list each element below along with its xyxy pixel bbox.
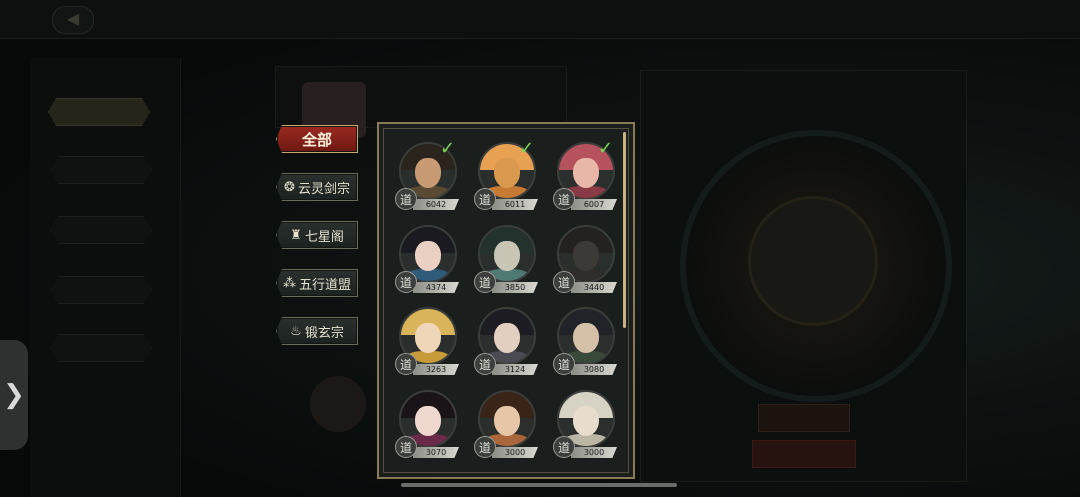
power-value: 3000 [492, 447, 538, 458]
power-value: 6007 [571, 199, 617, 210]
forge-sect-icon: ♨ [290, 323, 302, 339]
character-card[interactable]: 3080 道 [535, 307, 617, 381]
power-value: 3124 [492, 364, 538, 375]
character-card[interactable]: 3263 道 [379, 307, 459, 381]
dao-rank-badge-icon: 道 [474, 271, 496, 293]
chevron-right-icon: ❯ [3, 380, 25, 410]
filter-tab[interactable]: ♜ 七星阁 [276, 221, 358, 249]
dao-rank-badge-icon: 道 [474, 188, 496, 210]
power-value: 3850 [492, 282, 538, 293]
game-screen: ◀ ❯ 全部 ❂ 云灵剑宗 ♜ 七星阁 ⁂ 五行道盟 ♨ 锻玄宗 6042 道 ✓ 6011 道 ✓ 600… [0, 0, 1080, 497]
power-value: 3080 [571, 364, 617, 375]
dao-rank-badge-icon: 道 [474, 353, 496, 375]
power-value: 3070 [413, 447, 459, 458]
dao-rank-badge-icon: 道 [395, 271, 417, 293]
power-value: 3263 [413, 364, 459, 375]
dao-rank-badge-icon: 道 [474, 436, 496, 458]
filter-tab-label: 五行道盟 [298, 277, 351, 293]
filter-tab[interactable]: 全部 [276, 125, 358, 153]
character-card[interactable]: 4374 道 [379, 225, 459, 299]
selected-check-icon: ✓ [598, 138, 614, 159]
filter-tab-label: 全部 [301, 130, 332, 149]
seven-star-pavilion-icon: ♜ [290, 227, 302, 243]
character-card[interactable]: 3000 道 [456, 390, 538, 464]
dao-rank-badge-icon: 道 [553, 271, 575, 293]
dao-rank-badge-icon: 道 [395, 188, 417, 210]
character-card[interactable]: 3124 道 [456, 307, 538, 381]
character-card[interactable]: 3070 道 [379, 390, 459, 464]
power-value: 6011 [492, 199, 538, 210]
filter-tab-label: 云灵剑宗 [297, 181, 350, 197]
dao-rank-badge-icon: 道 [395, 436, 417, 458]
selected-check-icon: ✓ [519, 138, 535, 159]
power-value: 4374 [413, 282, 459, 293]
filter-tab[interactable]: ❂ 云灵剑宗 [276, 173, 358, 201]
character-card[interactable]: 3440 道 [535, 225, 617, 299]
five-elements-alliance-icon: ⁂ [282, 275, 296, 291]
dao-rank-badge-icon: 道 [553, 188, 575, 210]
power-value: 6042 [413, 199, 459, 210]
horizontal-scroll-indicator [401, 483, 677, 487]
dao-rank-badge-icon: 道 [553, 436, 575, 458]
dao-rank-badge-icon: 道 [395, 353, 417, 375]
side-expand-handle[interactable]: ❯ [0, 340, 28, 450]
character-card[interactable]: 6007 道 ✓ [535, 138, 617, 216]
grid-scrollbar[interactable] [623, 132, 626, 328]
character-card[interactable]: 3850 道 [456, 225, 538, 299]
filter-tab[interactable]: ⁂ 五行道盟 [276, 269, 358, 297]
power-value: 3440 [571, 282, 617, 293]
filter-tab-label: 锻玄宗 [304, 325, 344, 341]
dao-rank-badge-icon: 道 [553, 353, 575, 375]
power-value: 3000 [571, 447, 617, 458]
filter-tab[interactable]: ♨ 锻玄宗 [276, 317, 358, 345]
character-card[interactable]: 3000 道 [535, 390, 617, 464]
cloud-sword-sect-icon: ❂ [284, 179, 295, 195]
filter-tab-label: 七星阁 [304, 229, 344, 245]
character-card[interactable]: 6011 道 ✓ [456, 138, 538, 216]
character-card[interactable]: 6042 道 ✓ [379, 138, 459, 216]
selected-check-icon: ✓ [440, 138, 456, 159]
character-picker-panel: 6042 道 ✓ 6011 道 ✓ 6007 道 ✓ 4374 道 3850 道 3440 道 3263 道 31… [377, 122, 635, 479]
